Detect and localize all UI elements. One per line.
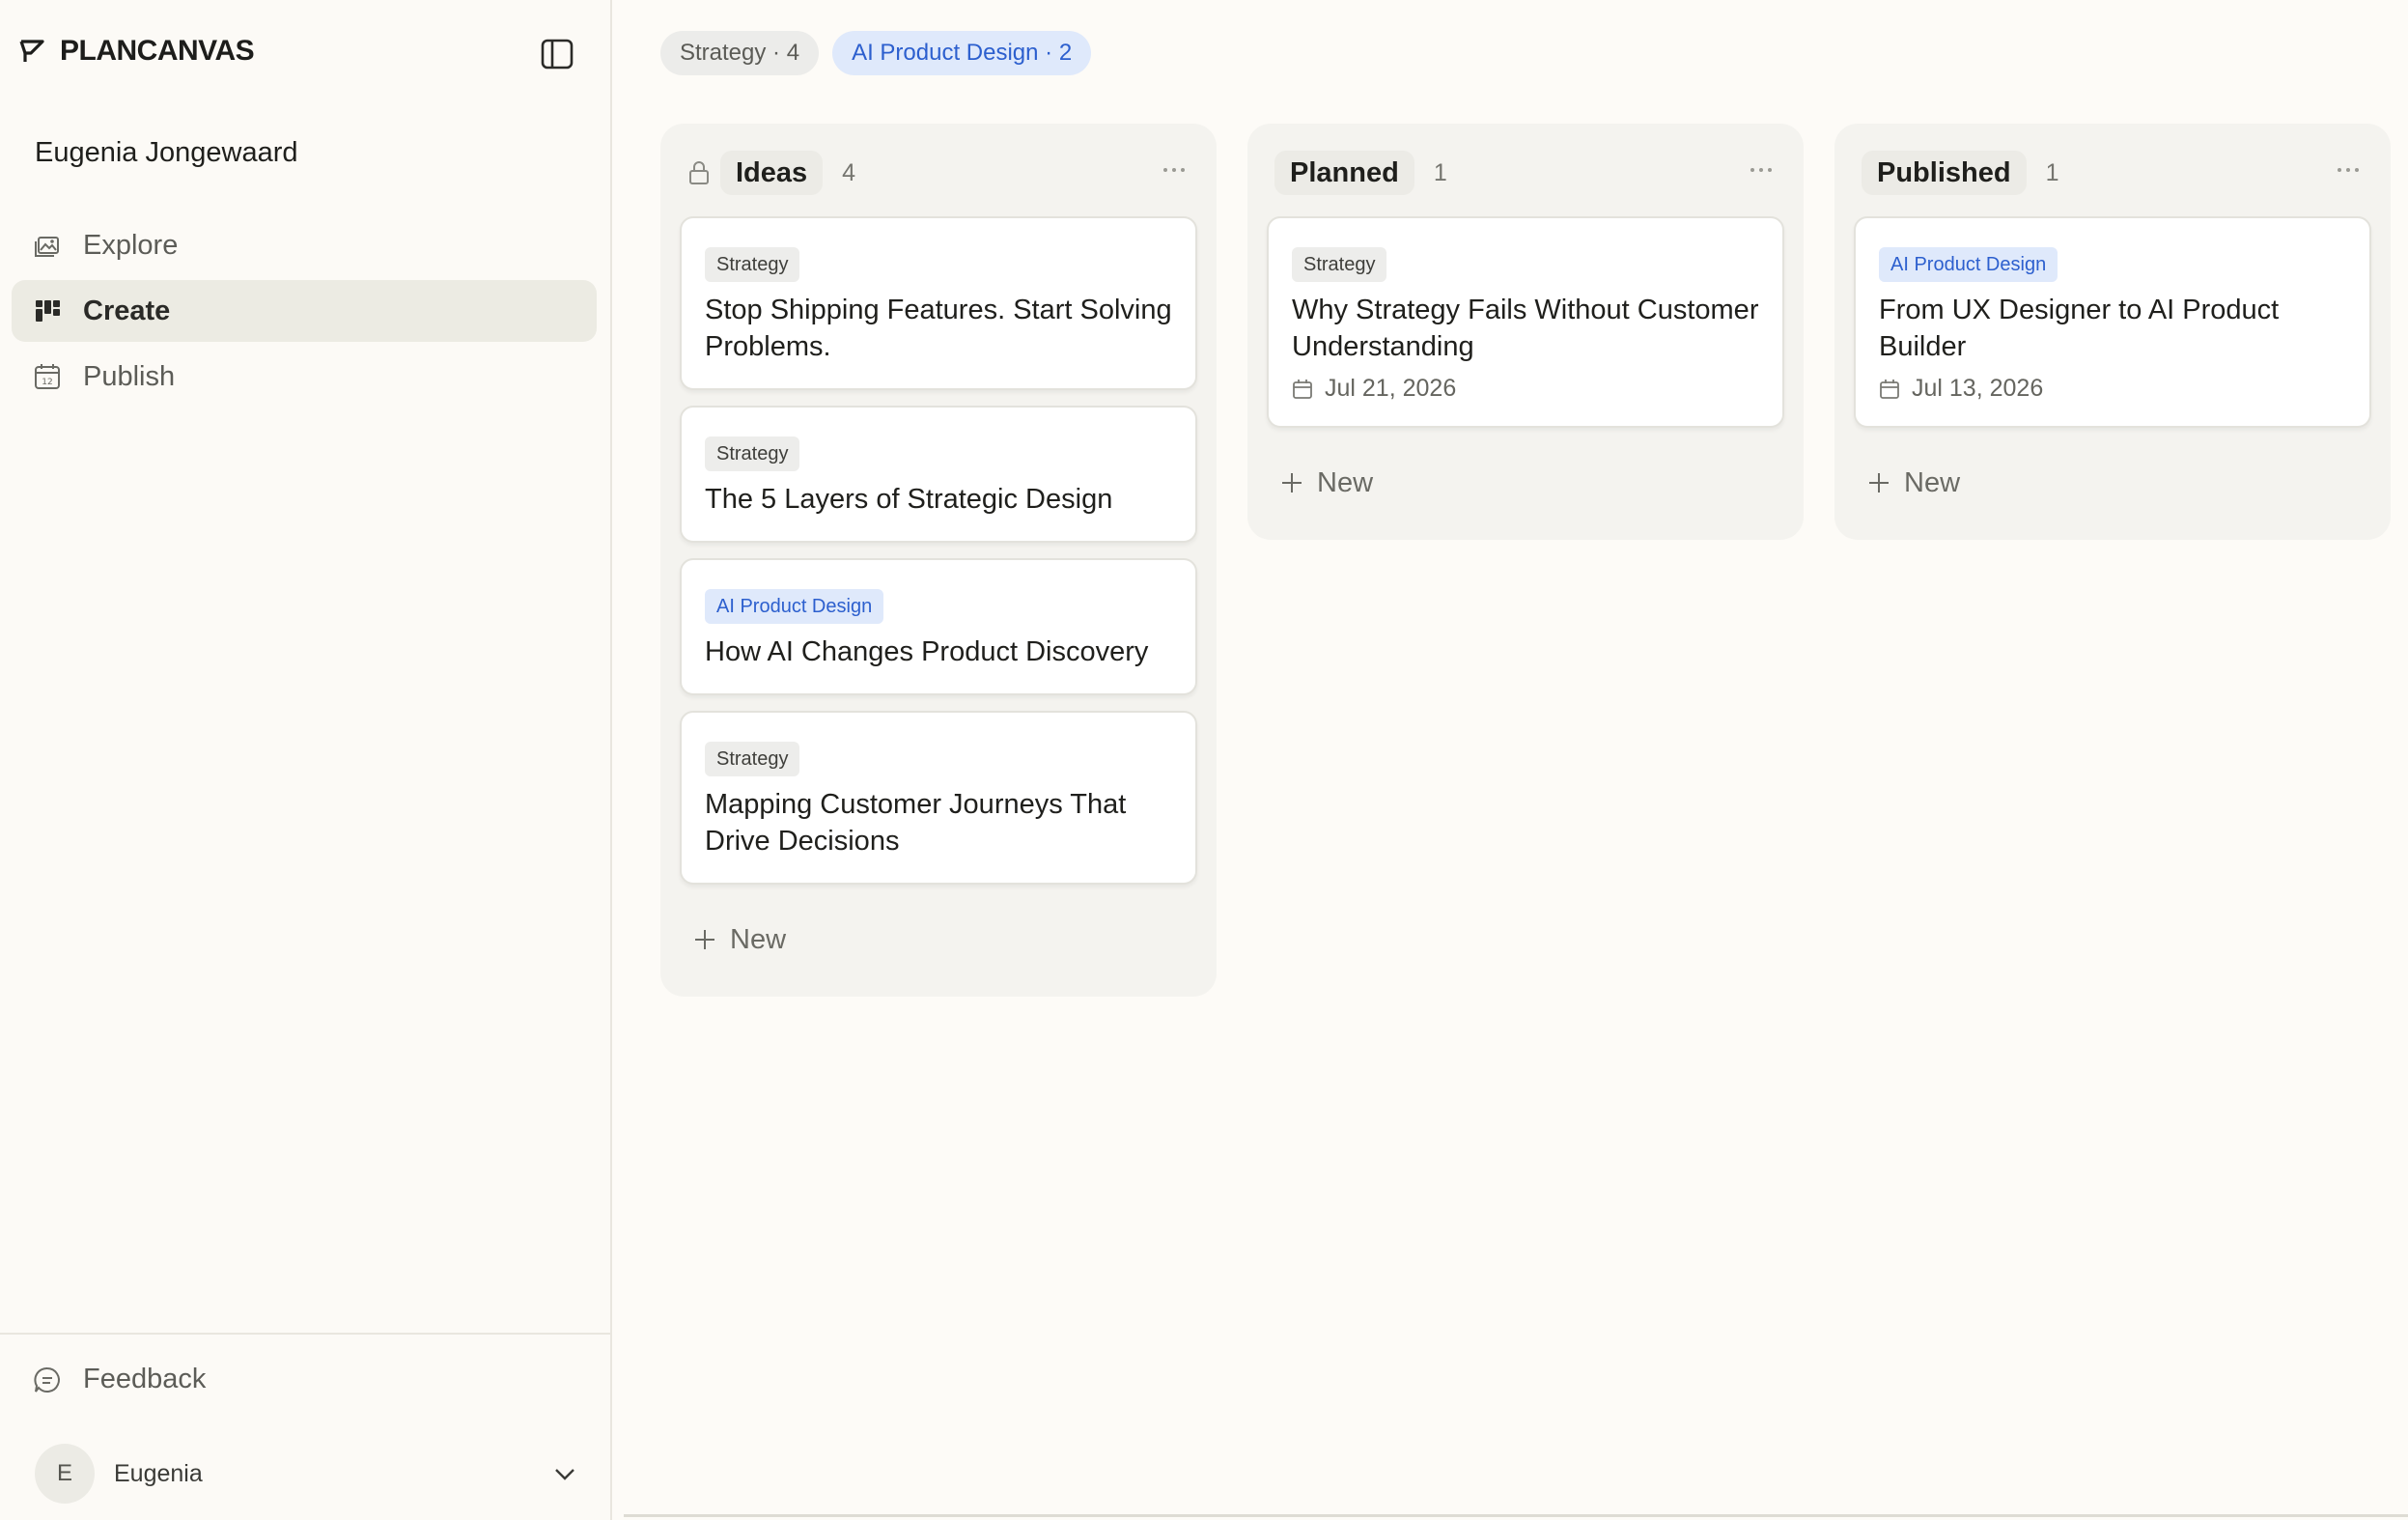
more-options-icon[interactable] (1161, 164, 1188, 176)
main-nav: Explore Create 12 Publish (12, 214, 597, 411)
new-card-button[interactable]: New (1834, 443, 2391, 540)
nav-item-explore[interactable]: Explore (12, 214, 597, 276)
card-tag: Strategy (705, 742, 800, 776)
column-title[interactable]: Published (1862, 151, 2027, 195)
card[interactable]: AI Product Design From UX Designer to AI… (1854, 216, 2371, 428)
filter-chip-strategy[interactable]: Strategy · 4 (660, 31, 820, 75)
filter-chip-ai-product-design[interactable]: AI Product Design · 2 (832, 31, 1092, 75)
nav-item-publish[interactable]: 12 Publish (12, 346, 597, 408)
more-options-icon[interactable] (2335, 164, 2362, 176)
sidebar: PLANCANVAS Eugenia Jongewaard Explore Cr… (0, 0, 612, 1520)
sidebar-divider (0, 1333, 610, 1335)
card-title: Mapping Customer Journeys That Drive Dec… (705, 789, 1127, 857)
card-tag: AI Product Design (705, 589, 884, 624)
column-count: 4 (842, 158, 856, 186)
calendar-icon: 12 (35, 364, 60, 389)
nav-item-create[interactable]: Create (12, 280, 597, 342)
card-tag: AI Product Design (1879, 247, 2058, 282)
horizontal-scrollbar[interactable] (624, 1514, 2408, 1517)
column-planned: Planned 1 Strategy Why Strategy Fails Wi… (1247, 124, 1804, 540)
card-tag: Strategy (1292, 247, 1387, 282)
chat-bubble-icon (34, 1366, 60, 1393)
lock-icon (689, 161, 709, 184)
new-card-label: New (730, 923, 787, 955)
column-title[interactable]: Planned (1274, 151, 1414, 195)
nav-label-create: Create (83, 295, 171, 326)
plus-icon (1282, 473, 1302, 493)
card[interactable]: Strategy Why Strategy Fails Without Cust… (1267, 216, 1784, 428)
column-title[interactable]: Ideas (720, 151, 824, 195)
column-ideas: Ideas 4 Strategy Stop Shipping Features.… (660, 124, 1217, 997)
app-logo[interactable]: PLANCANVAS (17, 35, 255, 68)
kanban-icon (36, 300, 60, 322)
avatar: E (35, 1444, 95, 1504)
card-title: From UX Designer to AI Product Builder (1879, 295, 2280, 362)
card[interactable]: Strategy Stop Shipping Features. Start S… (680, 216, 1197, 390)
card-list: AI Product Design From UX Designer to AI… (1834, 216, 2391, 428)
card-date-text: Jul 13, 2026 (1912, 375, 2044, 402)
card-title: Why Strategy Fails Without Customer Unde… (1292, 295, 1759, 362)
card[interactable]: Strategy Mapping Customer Journeys That … (680, 711, 1197, 885)
new-card-button[interactable]: New (660, 900, 1217, 997)
gallery-icon (35, 237, 59, 257)
card-tag: Strategy (705, 436, 800, 471)
calendar-icon (1293, 379, 1312, 399)
new-card-label: New (1317, 466, 1374, 498)
more-options-icon[interactable] (1748, 164, 1775, 176)
new-card-button[interactable]: New (1247, 443, 1804, 540)
sidebar-toggle-icon[interactable] (539, 37, 577, 71)
calendar-icon (1880, 379, 1899, 399)
card-date-text: Jul 21, 2026 (1325, 375, 1457, 402)
column-header: Published 1 (1834, 124, 2391, 216)
feedback-label: Feedback (83, 1364, 207, 1394)
card-date: Jul 21, 2026 (1292, 375, 1759, 403)
nav-label-explore: Explore (83, 229, 179, 261)
card[interactable]: AI Product Design How AI Changes Product… (680, 558, 1197, 695)
app-name: PLANCANVAS (60, 35, 255, 67)
card-title: Stop Shipping Features. Start Solving Pr… (705, 295, 1172, 362)
card[interactable]: Strategy The 5 Layers of Strategic Desig… (680, 406, 1197, 543)
column-title-group: Published 1 (1862, 151, 2058, 195)
column-header: Planned 1 (1247, 124, 1804, 216)
filter-bar: Strategy · 4 AI Product Design · 2 (660, 31, 1092, 75)
card-tag: Strategy (705, 247, 800, 282)
svg-text:12: 12 (42, 378, 52, 387)
plus-icon (1869, 473, 1889, 493)
logo-icon (19, 40, 44, 62)
user-menu[interactable]: E Eugenia (35, 1443, 577, 1505)
column-count: 1 (2045, 158, 2059, 186)
card-date: Jul 13, 2026 (1879, 375, 2346, 403)
column-title-group: Planned 1 (1274, 151, 1447, 195)
nav-label-publish: Publish (83, 360, 176, 392)
column-title-group: Ideas 4 (720, 151, 855, 195)
card-title: The 5 Layers of Strategic Design (705, 484, 1113, 515)
plus-icon (695, 930, 714, 949)
card-list: Strategy Stop Shipping Features. Start S… (660, 216, 1217, 885)
column-header: Ideas 4 (660, 124, 1217, 216)
column-count: 1 (1433, 158, 1447, 186)
workspace-name[interactable]: Eugenia Jongewaard (35, 137, 297, 169)
column-published: Published 1 AI Product Design From UX De… (1834, 124, 2391, 540)
new-card-label: New (1904, 466, 1961, 498)
card-title: How AI Changes Product Discovery (705, 636, 1149, 667)
user-name: Eugenia (114, 1459, 203, 1487)
card-list: Strategy Why Strategy Fails Without Cust… (1247, 216, 1804, 428)
feedback-button[interactable]: Feedback (33, 1364, 206, 1395)
chevron-down-icon (555, 1469, 574, 1480)
